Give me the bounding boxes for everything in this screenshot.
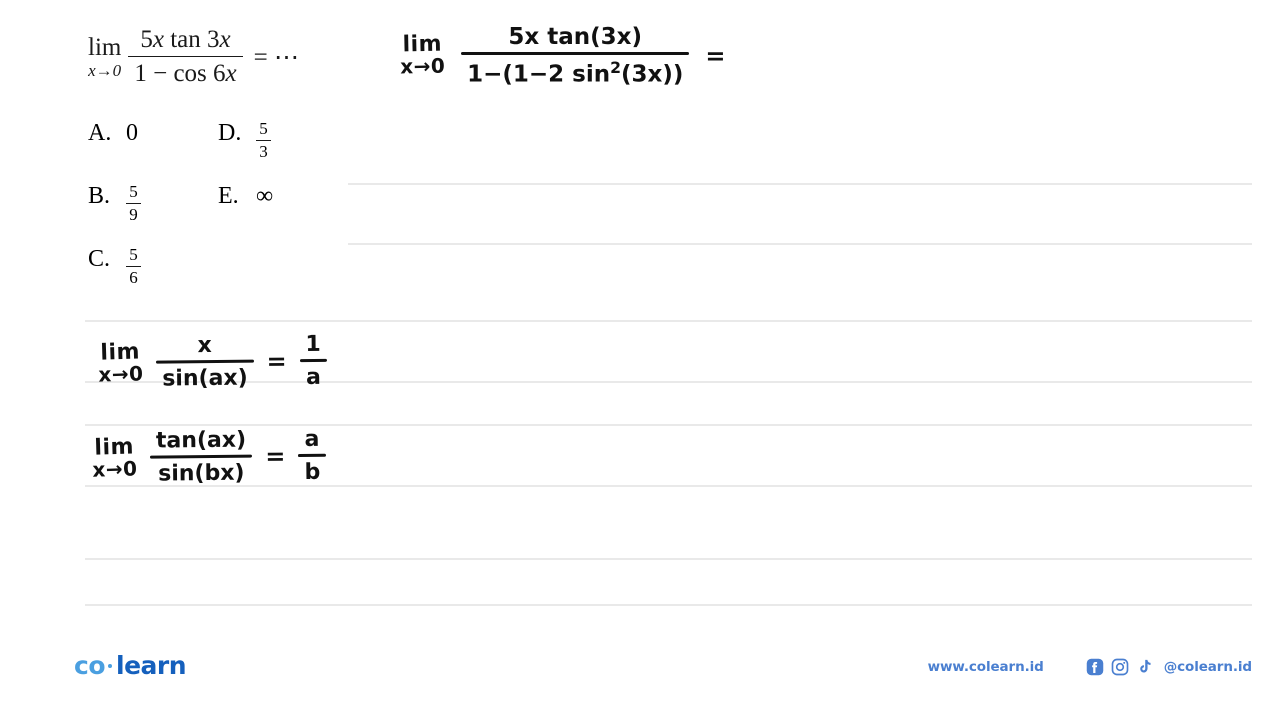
handwritten-limit-operator: lim x→0 [91, 434, 138, 482]
tiktok-icon[interactable] [1136, 658, 1154, 676]
option-letter: D. [218, 120, 242, 146]
ruled-line [85, 558, 1252, 560]
handwritten-fraction: tan(ax) sin(bx) [150, 428, 253, 487]
handwritten-limit-operator: lim x→0 [399, 32, 446, 80]
handwritten-numerator: a [304, 426, 320, 452]
option-value: 0 [126, 120, 138, 146]
handwritten-denominator: b [304, 459, 321, 486]
social-handle[interactable]: @colearn.id [1164, 659, 1252, 675]
handwritten-result-fraction: 1 a [299, 332, 327, 390]
equals-ellipsis: = ⋯ [253, 44, 299, 72]
limit-subscript: x→0 [399, 54, 446, 80]
handwritten-result-fraction: a b [298, 426, 327, 486]
facebook-icon[interactable] [1086, 658, 1104, 676]
ruled-line [348, 243, 1252, 245]
ruled-line [85, 604, 1252, 606]
option-value: ∞ [256, 183, 274, 209]
colearn-logo: co learn [74, 651, 187, 680]
handwritten-denominator: sin(ax) [162, 365, 248, 392]
option-value: 5 9 [126, 182, 141, 224]
fraction-denominator: 3 [259, 141, 268, 161]
handwritten-fraction: 5x tan(3x) 1−(1−2 sin2(3x)) [461, 24, 690, 88]
handwritten-equals: = [265, 442, 286, 471]
handwritten-formula-2: lim x→0 tan(ax) sin(bx) = a b [92, 427, 327, 487]
handwritten-numerator: 5x tan(3x) [508, 24, 643, 50]
social-icons [1086, 658, 1154, 676]
ruled-line [85, 424, 1252, 426]
fraction-denominator: 6 [129, 267, 138, 287]
website-url[interactable]: www.colearn.id [928, 659, 1044, 675]
ruled-line [85, 320, 1252, 322]
footer-right: www.colearn.id @colearn.id [928, 658, 1252, 676]
answer-option-b[interactable]: B. 5 9 [88, 181, 218, 224]
answer-option-e[interactable]: E. ∞ [218, 181, 348, 211]
fraction-numerator: 5 [129, 245, 138, 264]
handwritten-work: lim x→0 5x tan(3x) 1−(1−2 sin2(3x)) = [400, 24, 725, 88]
fraction-numerator: 5 [259, 119, 268, 138]
handwritten-equals: = [266, 347, 287, 376]
problem-fraction: 5x tan 3x 1 − cos 6x [128, 26, 243, 88]
limit-subscript: x→0 [88, 61, 122, 81]
problem-numerator: 5x tan 3x [140, 26, 231, 53]
handwritten-numerator: 1 [305, 331, 321, 358]
handwritten-numerator: x [197, 333, 212, 359]
handwritten-denominator: sin(bx) [158, 460, 245, 487]
handwritten-fraction: x sin(ax) [156, 333, 254, 392]
answer-options: A. 0 D. 5 3 B. 5 9 E. ∞ C. 5 6 [88, 118, 348, 307]
limit-subscript: x→0 [91, 456, 138, 482]
fraction-numerator: 5 [129, 182, 138, 201]
handwritten-limit-operator: lim x→0 [97, 339, 144, 387]
option-value: 5 6 [126, 245, 141, 287]
logo-dot [108, 663, 112, 668]
handwritten-equals: = [705, 41, 726, 70]
option-row: A. 0 D. 5 3 [88, 118, 348, 181]
option-row: C. 5 6 [88, 244, 348, 307]
limit-operator: lim x→0 [88, 35, 121, 79]
limit-label: lim [88, 34, 122, 62]
option-letter: E. [218, 183, 239, 209]
fraction-denominator: 9 [129, 204, 138, 224]
limit-subscript: x→0 [97, 361, 144, 387]
handwritten-denominator: 1−(1−2 sin2(3x)) [467, 58, 684, 88]
answer-option-a[interactable]: A. 0 [88, 118, 218, 148]
logo-text-learn: learn [116, 651, 187, 680]
answer-option-d[interactable]: D. 5 3 [218, 118, 348, 161]
option-value: 5 3 [256, 119, 271, 161]
problem-denominator: 1 − cos 6x [134, 60, 237, 88]
problem-statement: lim x→0 5x tan 3x 1 − cos 6x = ⋯ [88, 26, 299, 88]
ruled-line [348, 183, 1252, 185]
handwritten-numerator: tan(ax) [155, 427, 247, 454]
option-row: B. 5 9 E. ∞ [88, 181, 348, 244]
logo-text-co: co [74, 651, 106, 680]
option-letter: C. [88, 246, 111, 272]
handwritten-denominator: a [305, 364, 322, 391]
answer-option-c[interactable]: C. 5 6 [88, 244, 218, 287]
option-letter: A. [88, 120, 112, 146]
option-letter: B. [88, 183, 111, 209]
handwritten-formula-1: lim x→0 x sin(ax) = 1 a [98, 332, 328, 392]
instagram-icon[interactable] [1111, 658, 1129, 676]
